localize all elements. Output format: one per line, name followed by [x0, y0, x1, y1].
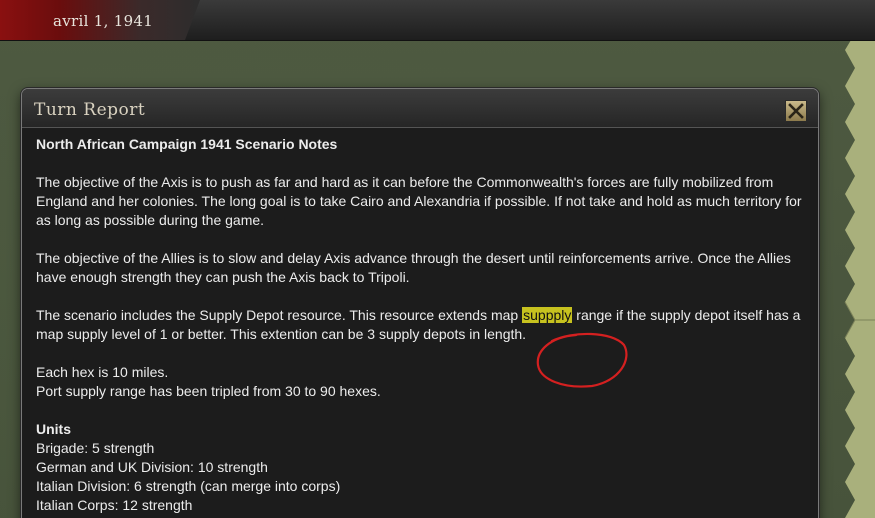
- turn-report-dialog: Turn Report North African Campaign 1941 …: [21, 88, 819, 518]
- units-heading: Units: [36, 421, 71, 437]
- close-x-icon: [788, 103, 804, 119]
- unit-line-division: German and UK Division: 10 strength: [36, 459, 268, 475]
- highlighted-word: suppply: [522, 307, 573, 323]
- supply-depot-text-start: The scenario includes the Supply Depot r…: [36, 307, 523, 323]
- map-hex-edge: [844, 40, 875, 518]
- unit-line-brigade: Brigade: 5 strength: [36, 440, 155, 456]
- unit-line-italian-division: Italian Division: 6 strength (can merge …: [36, 478, 341, 494]
- port-supply-text: Port supply range has been tripled from …: [36, 383, 381, 399]
- unit-line-italian-corps: Italian Corps: 12 strength: [36, 497, 193, 513]
- close-button[interactable]: [785, 100, 807, 122]
- dialog-title: Turn Report: [34, 100, 146, 120]
- allies-objective-text: The objective of the Allies is to slow a…: [36, 250, 791, 285]
- top-bar: avril 1, 1941: [0, 0, 875, 41]
- turn-date: avril 1, 1941: [53, 12, 154, 30]
- hex-scale-text: Each hex is 10 miles.: [36, 364, 169, 380]
- axis-objective-text: The objective of the Axis is to push as …: [36, 174, 802, 228]
- dialog-header: Turn Report: [22, 89, 818, 128]
- scenario-heading: North African Campaign 1941 Scenario Not…: [36, 136, 338, 152]
- supply-depot-text: The scenario includes the Supply Depot r…: [36, 306, 806, 344]
- report-body: North African Campaign 1941 Scenario Not…: [36, 135, 806, 515]
